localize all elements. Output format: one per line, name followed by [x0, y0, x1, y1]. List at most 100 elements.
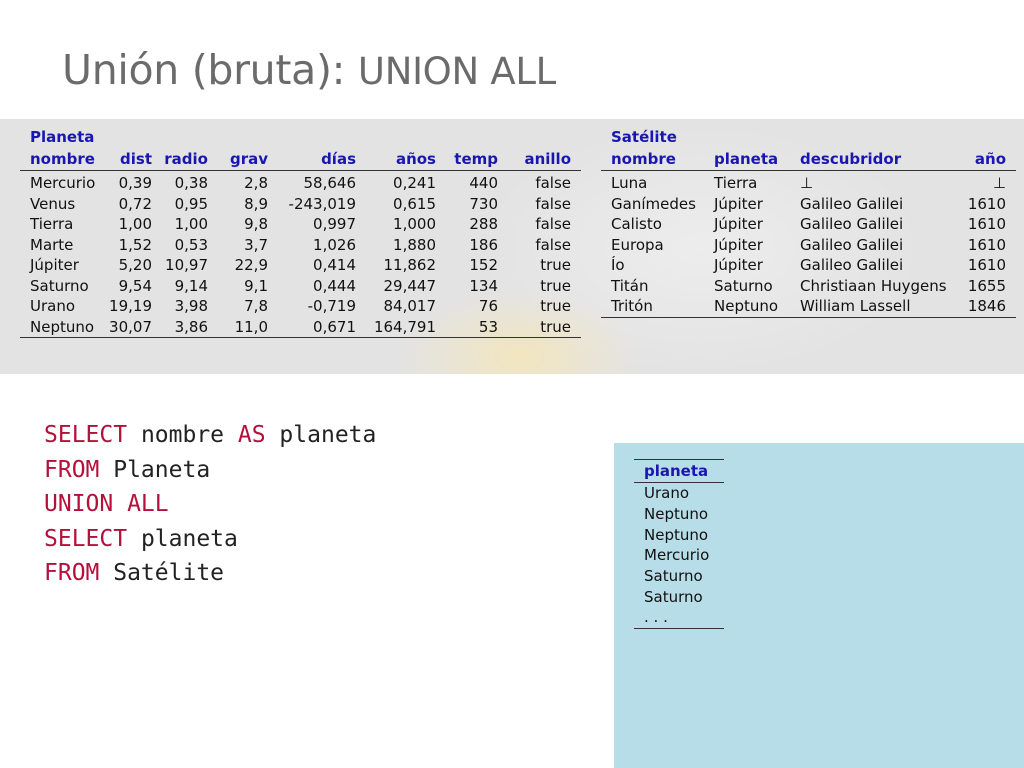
column-header: nombre	[601, 148, 704, 171]
table-cell: -243,019	[288, 194, 356, 213]
table-cell: 730	[469, 194, 498, 213]
slide-title: Unión (bruta): UNION ALL	[62, 46, 556, 94]
table-cell: 0,671	[278, 316, 366, 338]
table-row: Urano	[634, 483, 724, 504]
table-cell: Galileo Galilei	[800, 235, 904, 254]
table-cell: 53	[446, 316, 508, 338]
table-cell: 152	[469, 256, 498, 275]
table-cell: 0,997	[313, 215, 356, 234]
table-row: Luna Tierra ⊥ ⊥	[601, 173, 1016, 194]
table-row: Calisto Júpiter Galileo Galilei 1610	[601, 214, 1016, 235]
result-header-row: planeta	[634, 459, 724, 483]
table-row: Júpiter 5,20 10,97 22,9 0,414 11,862 152…	[20, 255, 581, 276]
table-cell: 1,52	[118, 235, 152, 254]
table-row: Neptuno 30,07 3,86 11,0 0,671 164,791 53…	[20, 316, 581, 338]
table-row: Tierra 1,00 1,00 9,8 0,997 1,000 288 fal…	[20, 214, 581, 235]
table-cell: 2,8	[244, 174, 268, 193]
satelite-table: Satélite nombre planeta descubridor año …	[601, 126, 1016, 318]
table-cell: 9,8	[244, 215, 268, 234]
planeta-table: Planeta nombre dist radio grav días años…	[20, 126, 581, 338]
table-cell: false	[535, 194, 571, 213]
sql-text: Planeta	[99, 456, 211, 483]
column-header: planeta	[634, 459, 724, 483]
table-cell: Saturno	[30, 276, 89, 295]
column-header: anillo	[508, 148, 581, 171]
table-cell: 9,54	[118, 276, 152, 295]
table-cell: 1,026	[313, 235, 356, 254]
table-cell: Urano	[644, 484, 690, 503]
planeta-table-name: Planeta	[30, 128, 95, 146]
table-cell: Ío	[611, 256, 625, 275]
table-cell: 9,1	[244, 276, 268, 295]
table-cell: 0,53	[174, 235, 208, 254]
table-cell: 5,20	[118, 256, 152, 275]
table-row: Saturno 9,54 9,14 9,1 0,444 29,447 134 t…	[20, 276, 581, 297]
sql-text: Satélite	[99, 560, 225, 586]
table-row: Saturno	[634, 566, 724, 587]
table-cell: Tritón	[601, 296, 704, 318]
table-cell: 1,880	[393, 235, 436, 254]
table-cell: true	[540, 256, 571, 275]
sql-keyword: UNION ALL	[44, 491, 169, 517]
table-row: Ganímedes Júpiter Galileo Galilei 1610	[601, 194, 1016, 215]
table-cell: Venus	[30, 194, 76, 213]
table-row: Urano 19,19 3,98 7,8 -0,719 84,017 76 tr…	[20, 296, 581, 317]
table-row: Venus 0,72 0,95 8,9 -243,019 0,615 730 f…	[20, 194, 581, 215]
table-cell: 8,9	[244, 194, 268, 213]
sql-keyword: FROM	[44, 560, 100, 586]
table-cell: 186	[469, 235, 498, 254]
table-cell: 11,0	[218, 316, 278, 338]
sql-keyword: FROM	[44, 456, 100, 483]
table-cell: Titán	[611, 276, 649, 295]
table-cell: Neptuno	[644, 505, 709, 524]
table-cell: Galileo Galilei	[800, 215, 904, 234]
table-row: Ío Júpiter Galileo Galilei 1610	[601, 255, 1016, 276]
table-cell: 1610	[967, 194, 1006, 213]
table-cell: 1846	[950, 296, 1016, 318]
sql-line: UNION ALL	[44, 487, 376, 522]
table-cell: 3,98	[174, 297, 208, 316]
column-header: días	[278, 148, 366, 171]
table-cell: Júpiter	[30, 256, 79, 275]
table-cell: 288	[469, 215, 498, 234]
table-cell: 0,72	[118, 194, 152, 213]
table-cell: Ganímedes	[611, 194, 696, 213]
planeta-header-row: nombre dist radio grav días años temp an…	[20, 148, 581, 171]
table-cell: ⊥	[800, 174, 814, 193]
table-cell: 1610	[967, 235, 1006, 254]
sql-keyword: AS	[237, 422, 266, 448]
table-cell: Júpiter	[714, 215, 763, 234]
table-row: Mercurio	[634, 545, 724, 566]
table-row: Titán Saturno Christiaan Huygens 1655	[601, 276, 1016, 297]
column-header: planeta	[704, 148, 790, 171]
table-cell: 440	[469, 174, 498, 193]
table-cell: false	[535, 215, 571, 234]
table-row: Saturno	[634, 586, 724, 607]
table-cell: 3,7	[244, 235, 268, 254]
table-cell: Galileo Galilei	[800, 256, 904, 275]
table-cell: 0,615	[393, 194, 436, 213]
column-header: nombre	[20, 148, 100, 171]
table-cell: 1,00	[118, 215, 152, 234]
table-cell: 0,444	[313, 276, 356, 295]
table-cell: 11,862	[383, 256, 437, 275]
table-cell: 0,241	[393, 174, 436, 193]
result-table: planeta Urano Neptuno Neptuno Mercurio S…	[634, 459, 724, 629]
table-cell: false	[535, 235, 571, 254]
table-cell: 134	[469, 276, 498, 295]
table-cell: 84,017	[383, 297, 437, 316]
sql-text: planeta	[127, 525, 238, 552]
table-row: Europa Júpiter Galileo Galilei 1610	[601, 235, 1016, 256]
table-cell: Calisto	[611, 215, 662, 234]
sql-query: SELECT nombre AS planeta FROM Planeta UN…	[44, 418, 376, 591]
table-cell: 1,00	[174, 215, 208, 234]
table-cell: 1655	[967, 276, 1006, 295]
table-cell: 76	[478, 297, 498, 316]
table-cell: 9,14	[174, 276, 208, 295]
sql-line: FROM Planeta	[44, 453, 376, 488]
table-cell: 0,39	[118, 174, 152, 193]
slide-title-text: Unión (bruta):	[62, 46, 358, 94]
table-cell: . . .	[634, 607, 724, 629]
table-row: Neptuno	[634, 524, 724, 545]
table-cell: 0,38	[174, 174, 208, 193]
